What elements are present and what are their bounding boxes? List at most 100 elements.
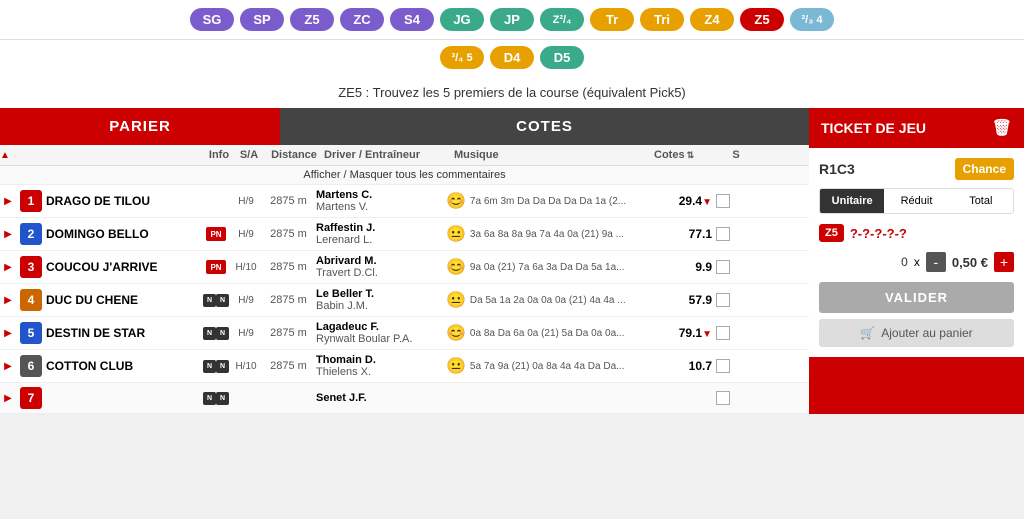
trainer-name-6: Thielens X. <box>316 366 446 378</box>
nn-badge-4: NN <box>203 294 229 307</box>
row-expand-3[interactable]: ▶ <box>0 262 16 273</box>
amount-minus-button[interactable]: - <box>926 252 946 272</box>
row-expand-1[interactable]: ▶ <box>0 196 16 207</box>
horse-sel-6[interactable] <box>716 359 740 373</box>
horse-sel-5[interactable] <box>716 326 740 340</box>
horse-sa-4: H/9 <box>231 295 261 306</box>
horse-number-6: 6 <box>20 355 42 377</box>
horse-sa-5: H/9 <box>231 328 261 339</box>
tab-unitaire[interactable]: Unitaire <box>820 189 884 213</box>
table-row: ▶ 6 COTTON CLUB NN H/10 2875 m Thomain D… <box>0 350 809 383</box>
horse-driver-3: Abrivard M. Travert D.Cl. <box>316 255 446 279</box>
header-bar: PARIER COTES <box>0 108 809 145</box>
horse-name-1: DRAGO DE TILOU <box>46 194 201 208</box>
sel-checkbox-1[interactable] <box>716 194 730 208</box>
horse-name-5: DESTIN DE STAR <box>46 326 201 340</box>
badge-jg[interactable]: JG <box>440 8 484 31</box>
driver-name-7: Senet J.F. <box>316 392 446 404</box>
description: ZE5 : Trouvez les 5 premiers de la cours… <box>0 77 1024 108</box>
ticket-body: R1C3 Chance Unitaire Réduit Total Z5 ?-?… <box>809 148 1024 357</box>
col-info-header: Info <box>204 149 234 161</box>
horse-dist-6: 2875 m <box>261 360 316 372</box>
tab-total[interactable]: Total <box>949 189 1013 213</box>
sel-checkbox-5[interactable] <box>716 326 730 340</box>
table-row: ▶ 7 NN Senet J.F. <box>0 383 809 414</box>
sel-checkbox-6[interactable] <box>716 359 730 373</box>
nn-badge-7: NN <box>203 392 229 405</box>
col-cotes-header[interactable]: Cotes ⇅ <box>654 149 724 161</box>
badge-z24[interactable]: Z²/₄ <box>540 8 584 31</box>
badge-345[interactable]: ³/₄ 5 <box>440 46 484 69</box>
horse-sa-1: H/9 <box>231 196 261 207</box>
horse-driver-4: Le Beller T. Babin J.M. <box>316 288 446 312</box>
row-expand-2[interactable]: ▶ <box>0 229 16 240</box>
header-cotes: COTES <box>280 108 809 145</box>
horse-cotes-3: 9.9 <box>651 260 716 274</box>
sel-checkbox-7[interactable] <box>716 391 730 405</box>
music-emoji-2: 😐 <box>446 224 466 244</box>
horse-sa-6: H/10 <box>231 361 261 372</box>
header-parier: PARIER <box>0 108 280 145</box>
horse-name-2: DOMINGO BELLO <box>46 227 201 241</box>
driver-name-6: Thomain D. <box>316 354 446 366</box>
badge-tri[interactable]: Tri <box>640 8 684 31</box>
horse-sel-1[interactable] <box>716 194 740 208</box>
tab-reduit[interactable]: Réduit <box>884 189 948 213</box>
amount-plus-button[interactable]: + <box>994 252 1014 272</box>
horse-dist-3: 2875 m <box>261 261 316 273</box>
horse-sel-4[interactable] <box>716 293 740 307</box>
amount-count: 0 <box>901 255 908 269</box>
row-expand-7[interactable]: ▶ <box>0 393 16 404</box>
badge-z4[interactable]: Z4 <box>690 8 734 31</box>
subheader-comments[interactable]: Afficher / Masquer tous les commentaires <box>0 166 809 185</box>
horse-name-3: COUCOU J'ARRIVE <box>46 260 201 274</box>
driver-name-2: Raffestin J. <box>316 222 446 234</box>
badge-zc[interactable]: ZC <box>340 8 384 31</box>
horse-number-7: 7 <box>20 387 42 409</box>
music-text-4: Da 5a 1a 2a 0a 0a 0a (21) 4a 4a ... <box>470 295 626 306</box>
cotes-dir-5: ▼ <box>702 329 712 340</box>
badge-s4[interactable]: S4 <box>390 8 434 31</box>
horse-cotes-6: 10.7 <box>651 359 716 373</box>
row-expand-4[interactable]: ▶ <box>0 295 16 306</box>
driver-name-3: Abrivard M. <box>316 255 446 267</box>
horse-info-6: NN <box>201 360 231 373</box>
horse-sel-2[interactable] <box>716 227 740 241</box>
col-music-header: Musique <box>454 149 654 161</box>
ze5-badge: Z5 <box>819 224 844 242</box>
music-emoji-3: 😊 <box>446 257 466 277</box>
sel-checkbox-4[interactable] <box>716 293 730 307</box>
badges-row1: SG SP Z5 ZC S4 JG JP Z²/₄ Tr Tri Z4 Z5 ²… <box>0 0 1024 40</box>
badge-d5[interactable]: D5 <box>540 46 584 69</box>
horse-number-1: 1 <box>20 190 42 212</box>
sel-checkbox-2[interactable] <box>716 227 730 241</box>
badge-z5[interactable]: Z5 <box>290 8 334 31</box>
horse-sel-3[interactable] <box>716 260 740 274</box>
horse-sel-7[interactable] <box>716 391 740 405</box>
sort-arrow-col[interactable]: ▲ <box>0 150 16 161</box>
row-expand-5[interactable]: ▶ <box>0 328 16 339</box>
ajouter-button[interactable]: 🛒 Ajouter au panier <box>819 319 1014 347</box>
chance-button[interactable]: Chance <box>955 158 1014 180</box>
row-expand-6[interactable]: ▶ <box>0 361 16 372</box>
badge-jp[interactable]: JP <box>490 8 534 31</box>
ze5-picks: ?-?-?-?-? <box>850 226 907 241</box>
badge-234[interactable]: ²/₃ 4 <box>790 8 834 31</box>
horse-music-3: 😊 9a 0a (21) 7a 6a 3a Da Da 5a 1a... <box>446 257 651 277</box>
table-section: PARIER COTES ▲ Info S/A Distance Driver … <box>0 108 809 414</box>
trash-icon[interactable]: 🗑 <box>992 118 1012 138</box>
badge-tr[interactable]: Tr <box>590 8 634 31</box>
pn-badge-2: PN <box>206 227 226 241</box>
trainer-name-3: Travert D.Cl. <box>316 267 446 279</box>
badge-sg[interactable]: SG <box>190 8 234 31</box>
horse-sa-3: H/10 <box>231 262 261 273</box>
horse-number-3: 3 <box>20 256 42 278</box>
horse-music-5: 😊 0a 8a Da 6a 0a (21) 5a Da 0a 0a... <box>446 323 651 343</box>
cart-icon: 🛒 <box>860 326 875 340</box>
badge-d4[interactable]: D4 <box>490 46 534 69</box>
badge-z5-red[interactable]: Z5 <box>740 8 784 31</box>
horse-number-5: 5 <box>20 322 42 344</box>
valider-button[interactable]: VALIDER <box>819 282 1014 313</box>
badge-sp[interactable]: SP <box>240 8 284 31</box>
sel-checkbox-3[interactable] <box>716 260 730 274</box>
